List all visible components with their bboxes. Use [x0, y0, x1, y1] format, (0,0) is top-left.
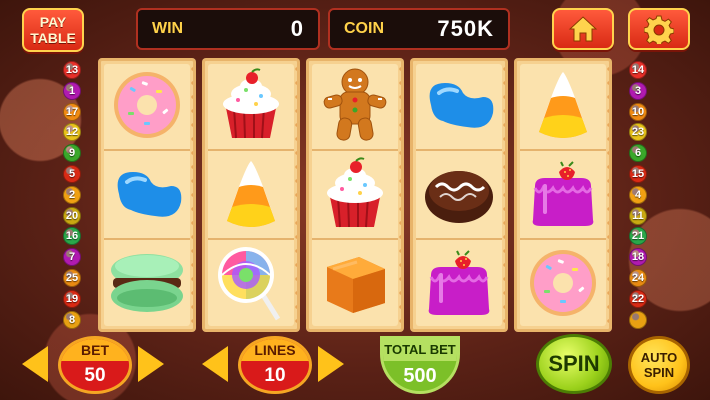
macaron-icon: [111, 254, 183, 312]
reel-symbol-cupcake: [306, 150, 404, 238]
auto-spin-label-line2: SPIN: [643, 365, 675, 380]
bet-display: BET 50: [58, 336, 132, 394]
reel-symbol-candy-corn: [514, 61, 612, 149]
chocolate-icon: [425, 171, 493, 223]
right-line-indicator: 14: [629, 61, 647, 79]
left-line-indicator: 20: [63, 206, 81, 225]
reel-symbol-gingerbread: [306, 61, 404, 149]
lollipop-icon: [218, 247, 281, 321]
right-line-indicator: [629, 310, 647, 329]
pudding-icon: [428, 250, 490, 315]
bet-value: 50: [84, 365, 106, 386]
reel-symbol-jelly-cube: [306, 239, 404, 327]
lines-display: LINES 10: [238, 336, 312, 394]
left-line-indicator: 25: [63, 269, 81, 287]
left-line-indicator: 19: [63, 289, 81, 308]
left-line-indicator: 17: [63, 102, 81, 121]
right-line-indicator: 6: [629, 144, 647, 163]
cupcake-icon: [223, 68, 279, 139]
pudding-icon: [532, 161, 594, 226]
lines-value: 10: [264, 365, 286, 386]
left-line-indicator: 2: [63, 185, 81, 204]
jelly-bean-icon: [429, 83, 494, 128]
total-bet-value: 500: [403, 365, 437, 387]
bet-increase-button[interactable]: [138, 346, 164, 382]
lines-label: LINES: [241, 339, 309, 361]
reel-symbol-jelly-bean: [410, 61, 508, 149]
spin-label: SPIN: [548, 351, 600, 376]
auto-spin-label-line1: AUTO: [640, 350, 678, 365]
left-line-indicators: 13 1 17 12 9 5 2 20 16 7 25 19 8: [62, 60, 82, 332]
pay-table-button[interactable]: PAY TABLE: [22, 8, 84, 52]
win-display: WIN 0: [136, 8, 320, 50]
coin-display: COIN 750K: [328, 8, 510, 50]
right-line-indicators: 14 3 10 23 6 15 4 11 21 18 24 22: [628, 60, 648, 332]
jelly-cube-icon: [327, 257, 385, 313]
candy-corn-icon: [227, 161, 275, 227]
jelly-bean-icon: [117, 172, 182, 217]
left-line-indicator: 16: [63, 227, 81, 246]
reel-1: [98, 58, 196, 332]
reel-symbol-chocolate: [410, 150, 508, 238]
coin-label: COIN: [344, 20, 384, 37]
lines-increase-button[interactable]: [318, 346, 344, 382]
left-line-indicator: 7: [63, 248, 81, 267]
gingerbread-icon: [323, 68, 387, 141]
spin-button[interactable]: SPIN: [536, 334, 612, 394]
reel-2: [202, 58, 300, 332]
reel-symbol-lollipop: [202, 239, 300, 327]
coin-value: 750K: [437, 16, 494, 41]
reel-symbol-jelly-bean: [98, 150, 196, 238]
bet-decrease-button[interactable]: [22, 346, 48, 382]
reel-symbol-pudding: [410, 239, 508, 327]
reel-symbol-cupcake: [202, 61, 300, 149]
reel-3: [306, 58, 404, 332]
reel-symbol-donut: [98, 61, 196, 149]
reel-4: [410, 58, 508, 332]
reel-symbol-candy-corn: [202, 150, 300, 238]
reel-symbol-macaron: [98, 239, 196, 327]
reel-symbol-pudding: [514, 150, 612, 238]
donut-icon: [530, 250, 596, 316]
right-line-indicator: 22: [629, 289, 647, 308]
left-line-indicator: 13: [63, 61, 81, 79]
right-line-indicator: 18: [629, 248, 647, 267]
left-line-indicator: 9: [63, 144, 81, 163]
left-line-indicator: 8: [63, 310, 81, 329]
left-line-indicator: 12: [63, 123, 81, 142]
settings-button[interactable]: [628, 8, 690, 50]
right-line-indicator: 23: [629, 123, 647, 142]
win-value: 0: [290, 16, 304, 41]
reel-5: [514, 58, 612, 332]
left-line-indicator: 1: [63, 81, 81, 100]
auto-spin-button[interactable]: AUTO SPIN: [628, 336, 690, 394]
win-label: WIN: [152, 20, 184, 37]
lines-decrease-button[interactable]: [202, 346, 228, 382]
total-bet-display: TOTAL BET 500: [380, 336, 460, 394]
donut-icon: [114, 72, 180, 138]
home-button[interactable]: [552, 8, 614, 50]
pay-table-label-line1: PAY: [39, 14, 67, 30]
right-line-indicator: 11: [629, 206, 647, 225]
right-line-indicator: 15: [629, 165, 647, 183]
home-icon: [568, 16, 598, 42]
right-line-indicator: 24: [629, 269, 647, 287]
bet-label: BET: [61, 339, 129, 361]
candy-corn-icon: [539, 72, 587, 138]
pay-table-label-line2: TABLE: [30, 30, 76, 46]
right-line-indicator: 21: [629, 227, 647, 246]
right-line-indicator: 10: [629, 102, 647, 121]
gear-icon: [644, 15, 674, 44]
right-line-indicator: 4: [629, 185, 647, 204]
total-bet-label: TOTAL BET: [383, 339, 457, 361]
reel-symbol-donut: [514, 239, 612, 327]
cupcake-icon: [327, 157, 383, 228]
right-line-indicator: 3: [629, 81, 647, 100]
left-line-indicator: 5: [63, 165, 81, 183]
